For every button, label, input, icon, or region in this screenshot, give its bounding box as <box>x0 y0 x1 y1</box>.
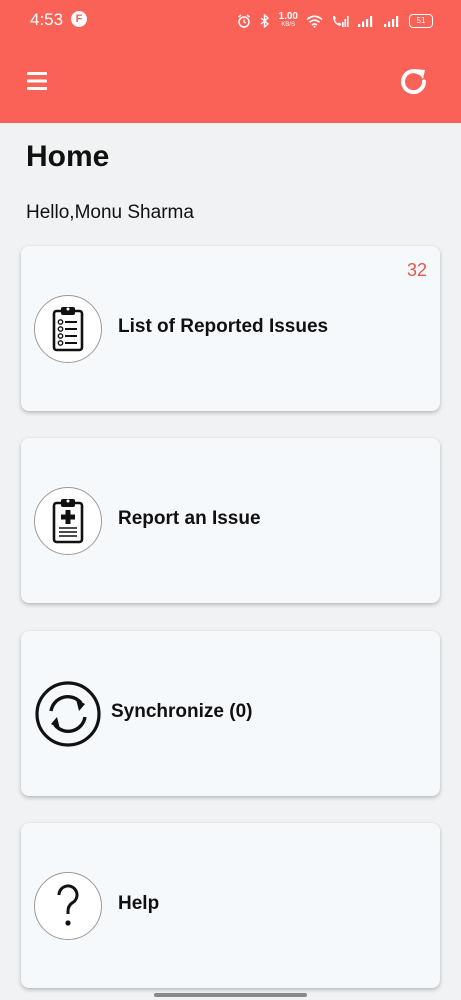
signal-strength-1-icon <box>358 16 373 27</box>
help-label: Help <box>118 893 160 914</box>
network-speed-unit: KB/S <box>281 22 296 28</box>
call-signal-icon <box>333 16 349 27</box>
reported-issues-card[interactable]: 32 List of Reported Issues <box>21 246 440 411</box>
battery-icon: 51 <box>409 14 433 28</box>
refresh-icon[interactable] <box>398 66 430 98</box>
reported-issues-count-badge: 32 <box>406 260 427 280</box>
hamburger-menu-icon[interactable] <box>27 71 47 91</box>
greeting-text: Hello,Monu Sharma <box>26 202 194 223</box>
checklist-clipboard-icon <box>34 295 102 363</box>
help-card[interactable]: Help <box>21 823 440 988</box>
signal-strength-2-icon <box>384 16 399 27</box>
home-indicator[interactable] <box>154 993 307 997</box>
report-issue-label: Report an Issue <box>118 508 261 529</box>
sync-icon <box>34 680 102 748</box>
wifi-icon <box>306 14 323 28</box>
network-speed-value: 1.00 <box>278 11 298 22</box>
report-issue-card[interactable]: Report an Issue <box>21 438 440 603</box>
network-speed: 1.00 KB/S <box>278 11 298 29</box>
bluetooth-icon <box>260 14 269 28</box>
reported-issues-label: List of Reported Issues <box>118 316 329 337</box>
alarm-icon <box>237 14 250 28</box>
page-title: Home <box>26 140 110 173</box>
synchronize-card[interactable]: Synchronize (0) <box>21 631 440 796</box>
medical-clipboard-icon <box>34 487 102 555</box>
status-icons: 1.00 KB/S 51 <box>237 10 433 32</box>
synchronize-label: Synchronize (0) <box>111 701 253 722</box>
status-time: 4:53 <box>30 10 64 29</box>
app-bar: 4:53 F 1.00 KB/S 51 <box>0 0 461 123</box>
status-bar: 4:53 F 1.00 KB/S 51 <box>0 0 461 42</box>
notification-app-icon: F <box>71 11 87 27</box>
question-mark-icon <box>34 872 102 940</box>
